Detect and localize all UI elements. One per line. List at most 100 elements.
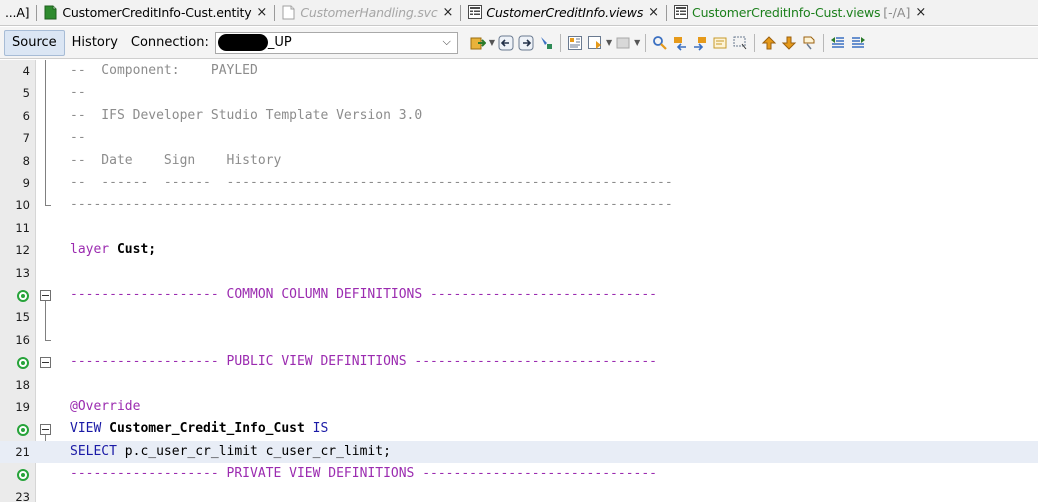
forward-icon[interactable] [518, 35, 534, 51]
line-number: 12 [15, 243, 30, 258]
toolbar-separator [823, 33, 825, 52]
line-number: 7 [22, 131, 30, 146]
code-line: 4 -- Component: PAYLED [0, 60, 1038, 82]
close-tab-icon[interactable]: × [256, 5, 267, 20]
chevron-down-icon[interactable]: ▼ [606, 38, 612, 47]
code-line: ------------------- PUBLIC VIEW DEFINITI… [0, 351, 1038, 373]
code-line: 19 @Override [0, 396, 1038, 418]
fold-toggle-icon[interactable] [40, 290, 51, 301]
override-annotation-icon[interactable] [17, 357, 29, 370]
editor-tab-bar: ...A] CustomerCreditInfo-Cust.entity × C… [0, 0, 1038, 26]
tab-label: CustomerCreditInfo-Cust.entity [62, 5, 252, 20]
keyword-view: VIEW [70, 421, 102, 437]
line-number: 10 [15, 198, 30, 213]
line-number: 23 [15, 489, 30, 502]
line-number: 9 [22, 176, 30, 190]
find-next-icon[interactable] [692, 35, 708, 51]
tab-customercreditinfo-cust-views[interactable]: CustomerCreditInfo-Cust.views [-/A] × [669, 0, 931, 25]
code-text: VIEW Customer_Credit_Info_Cust IS [70, 418, 328, 440]
code-line: 11 [0, 217, 1038, 239]
tab-separator [36, 4, 38, 21]
code-text: -- Component: PAYLED [70, 63, 258, 78]
tab-separator [460, 4, 462, 21]
toolbar-separator [560, 33, 561, 52]
view-name: Customer_Credit_Info_Cust [109, 421, 305, 437]
last-edit-icon[interactable] [538, 35, 554, 51]
close-tab-icon[interactable]: × [443, 5, 454, 20]
keyword-is: IS [312, 421, 329, 437]
line-number: 21 [15, 444, 30, 459]
back-icon[interactable] [498, 35, 514, 51]
code-line: 12 layer Cust; [0, 239, 1038, 261]
tab-label: CustomerCreditInfo-Cust.views [692, 5, 881, 20]
deploy-icon[interactable] [470, 35, 486, 51]
connection-value: _UP [267, 35, 292, 50]
toggle-bookmark-icon[interactable] [587, 35, 603, 51]
code-text: SELECT p.c_user_cr_limit c_user_cr_limit… [70, 441, 391, 463]
tab-customercreditinfo-cust-entity[interactable]: CustomerCreditInfo-Cust.entity × [39, 0, 272, 25]
toggle-rectangular-selection-icon[interactable] [732, 35, 748, 51]
line-number: 13 [15, 265, 30, 280]
chevron-down-icon: ⌵ [442, 34, 451, 48]
next-bookmark-icon[interactable] [781, 35, 797, 51]
code-text: -- Date Sign History [70, 152, 282, 168]
disabled-action-icon [615, 35, 631, 51]
editor-toolbar: Source History Connection: _UP ⌵ ▼ ▼ ▼ [0, 27, 1038, 59]
tab-customercreditinfo-views[interactable]: CustomerCreditInfo.views × [463, 0, 664, 25]
code-line: ------------------- PRIVATE VIEW DEFINIT… [0, 463, 1038, 485]
toolbar-separator [645, 33, 647, 52]
views-file-icon [674, 5, 689, 20]
views-file-icon [468, 5, 483, 20]
close-tab-icon[interactable]: × [648, 5, 659, 20]
select-expression: p.c_user_cr_limit c_user_cr_limit; [116, 443, 391, 459]
fold-guide [45, 60, 46, 205]
line-number: 16 [15, 332, 30, 347]
line-number: 18 [15, 377, 30, 392]
code-text: ----------------------------------------… [70, 197, 673, 213]
line-number: 15 [15, 310, 30, 325]
code-line: ------------------- COMMON COLUMN DEFINI… [0, 284, 1038, 306]
find-previous-icon[interactable] [672, 35, 688, 51]
override-annotation-icon[interactable] [17, 424, 29, 437]
svc-file-icon [282, 5, 295, 20]
line-number: 4 [22, 64, 30, 78]
previous-bookmark-icon[interactable] [761, 35, 777, 51]
toggle-bookmark-flag-icon[interactable] [801, 35, 817, 51]
shift-right-icon[interactable] [850, 35, 866, 51]
toolbar-separator [754, 33, 756, 52]
find-selection-icon[interactable] [652, 35, 668, 51]
override-annotation-icon[interactable] [17, 290, 29, 302]
tab-label: CustomerCreditInfo.views [486, 5, 644, 20]
keyword-layer: layer [70, 242, 110, 258]
history-tab-button[interactable]: History [65, 30, 125, 56]
tab-overflow[interactable]: ...A] [0, 0, 34, 25]
code-line: 7 -- [0, 127, 1038, 149]
toggle-highlight-icon[interactable] [712, 35, 728, 51]
shift-left-icon[interactable] [830, 35, 846, 51]
tab-separator [274, 4, 276, 21]
line-number: 6 [22, 108, 30, 123]
find-in-file-icon[interactable] [567, 35, 583, 51]
tab-label: ...A] [5, 5, 30, 20]
redacted-connection-name [217, 34, 268, 51]
code-line: 23 [0, 486, 1038, 502]
fold-toggle-icon[interactable] [40, 357, 51, 369]
code-line: VIEW Customer_Credit_Info_Cust IS [0, 418, 1038, 440]
code-editor[interactable]: 4 -- Component: PAYLED 5 -- 6 -- IFS Dev… [0, 60, 1038, 502]
tab-customerhandling-svc[interactable]: CustomerHandling.svc × [277, 0, 458, 25]
entity-file-icon [44, 5, 57, 20]
code-text: ------------------- COMMON COLUMN DEFINI… [70, 287, 657, 302]
code-text: -- IFS Developer Studio Template Version… [70, 107, 423, 123]
source-tab-button[interactable]: Source [4, 29, 65, 56]
chevron-down-icon[interactable]: ▼ [489, 38, 495, 47]
connection-select[interactable]: _UP ⌵ [214, 31, 458, 54]
code-line: 9 -- ------ ------ ---------------------… [0, 172, 1038, 194]
code-line: 10 -------------------------------------… [0, 194, 1038, 216]
fold-toggle-icon[interactable] [40, 424, 51, 436]
override-annotation-icon[interactable] [17, 469, 29, 482]
close-tab-icon[interactable]: × [915, 5, 926, 20]
code-text: ------------------- PUBLIC VIEW DEFINITI… [70, 354, 657, 370]
tab-layer-suffix: [-/A] [883, 5, 911, 20]
connection-label: Connection: [130, 35, 209, 50]
code-line: 13 [0, 262, 1038, 284]
